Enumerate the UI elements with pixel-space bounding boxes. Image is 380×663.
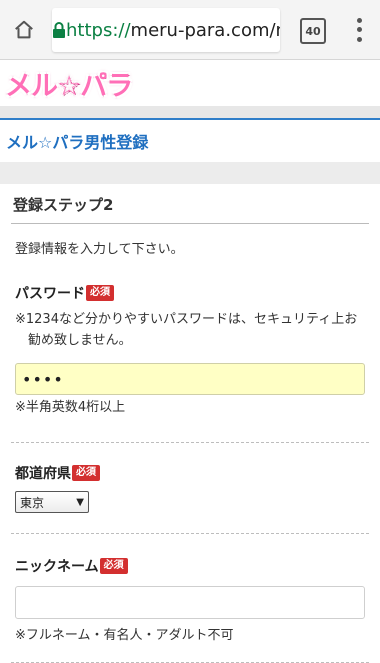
prefecture-select[interactable]: 東京 ▼	[15, 491, 89, 513]
address-bar[interactable]: https://meru-para.com/n	[52, 8, 280, 52]
password-input[interactable]: ••••	[15, 363, 365, 395]
browser-toolbar: https://meru-para.com/n 40	[0, 0, 380, 60]
prefecture-label: 都道府県	[15, 466, 71, 482]
password-security-note: ※1234など分かりやすいパスワードは、セキュリティ上お勧め致しません。	[15, 312, 358, 348]
password-hint: ※半角英数4桁以上	[15, 400, 126, 415]
page-title: メル☆パラ男性登録	[6, 133, 149, 152]
home-button[interactable]	[0, 0, 48, 60]
header-separator	[0, 106, 380, 118]
prefecture-label-row: 都道府県 必須	[15, 463, 365, 483]
step-title: 登録ステップ2	[11, 188, 369, 224]
url-host: meru-para.com/n	[130, 19, 280, 41]
required-badge: 必須	[72, 465, 100, 481]
site-header: メル☆パラ	[0, 60, 380, 106]
required-badge: 必須	[86, 285, 114, 301]
section-divider	[11, 533, 369, 534]
password-label-row: パスワード 必須	[15, 283, 365, 303]
page-title-bar: メル☆パラ男性登録	[0, 118, 380, 162]
home-icon	[15, 20, 33, 38]
url-scheme: https://	[66, 19, 131, 41]
site-logo[interactable]: メル☆パラ	[5, 66, 133, 102]
nickname-input[interactable]	[15, 586, 365, 619]
prefecture-selected-value: 東京	[20, 495, 45, 510]
title-separator	[0, 162, 380, 184]
lead-text: 登録情報を入力して下さい。	[15, 242, 184, 257]
section-divider	[11, 442, 369, 443]
url-text: https://meru-para.com/n	[66, 20, 280, 41]
dropdown-arrow-icon: ▼	[76, 496, 84, 508]
nickname-label: ニックネーム	[15, 559, 99, 575]
tab-switcher-button[interactable]: 40	[300, 18, 326, 44]
required-badge: 必須	[99, 558, 128, 574]
logo-text: メル☆パラ	[5, 70, 133, 102]
nickname-hint: ※フルネーム・有名人・アダルト不可	[15, 628, 234, 643]
registration-form: 登録ステップ2 登録情報を入力して下さい。 パスワード 必須 ※1234など分か…	[0, 188, 380, 663]
password-label: パスワード	[15, 286, 85, 302]
nickname-label-row: ニックネーム 必須	[15, 556, 365, 576]
lock-icon	[52, 22, 66, 38]
overflow-menu-icon[interactable]	[349, 16, 369, 44]
